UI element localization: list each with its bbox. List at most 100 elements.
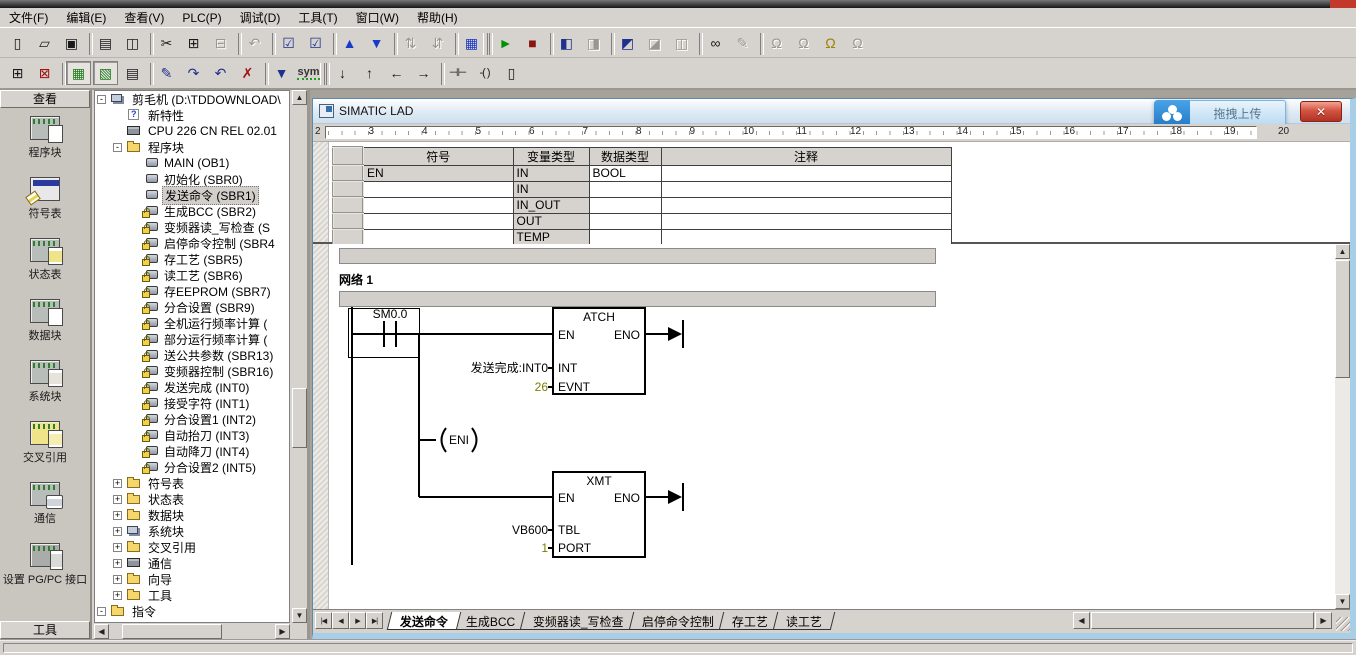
sidebar-item-symbol-table[interactable]: 符号表 [0, 177, 90, 238]
row-header[interactable] [333, 147, 363, 165]
insert-box-button[interactable]: ▯ [499, 61, 524, 85]
row-button[interactable] [333, 197, 363, 213]
cell-symbol[interactable] [363, 197, 513, 213]
tree-expander-icon[interactable] [129, 303, 138, 312]
tree-item[interactable]: - 程序块 [95, 139, 289, 155]
tree-expander-icon[interactable] [129, 351, 138, 360]
insert-network-button[interactable]: ⊞ [5, 61, 30, 85]
row-button[interactable] [333, 165, 363, 181]
pou-tab[interactable]: 读工艺 [773, 612, 836, 630]
tree-item[interactable]: 分合设置 (SBR9) [95, 299, 289, 315]
scrollbar-thumb[interactable] [1091, 612, 1314, 629]
tree-item[interactable]: + 系统块 [95, 523, 289, 539]
tree-item[interactable]: + 符号表 [95, 475, 289, 491]
row-button[interactable] [333, 181, 363, 197]
cell-var-type[interactable]: OUT [513, 213, 589, 229]
sidebar-item-data-block[interactable]: 数据块 [0, 299, 90, 360]
tree-expander-icon[interactable]: + [113, 495, 122, 504]
cell-data-type[interactable] [589, 213, 661, 229]
tree-expander-icon[interactable]: + [113, 575, 122, 584]
tree-expander-icon[interactable] [129, 271, 138, 280]
toggle-symbolic-addressing-button[interactable]: sym [296, 61, 321, 85]
scrollbar-thumb[interactable] [292, 388, 307, 448]
tree-item[interactable]: + 交叉引用 [95, 539, 289, 555]
tree-vertical-scrollbar[interactable]: ▲ ▼ [292, 90, 307, 623]
scrollbar-thumb[interactable] [1335, 260, 1350, 378]
menu-item[interactable]: PLC(P) [173, 9, 230, 27]
print-button[interactable]: ▤ [93, 31, 118, 55]
scroll-left-icon[interactable]: ◀ [94, 624, 109, 639]
sidebar-item-set-pgpc-interface[interactable]: 设置 PG/PC 接口 [0, 543, 90, 604]
cell-var-type[interactable]: IN [513, 165, 589, 181]
chart-status-button[interactable]: ◩ [615, 31, 640, 55]
tree-expander-icon[interactable] [113, 111, 122, 120]
ladder-network-drawing[interactable]: SM0.0 ATCH EN ENO 发送完成:INT0 INT 26 EVN [330, 307, 1300, 565]
tree-item[interactable]: 启停命令控制 (SBR4 [95, 235, 289, 251]
program-status-button[interactable]: ◧ [554, 31, 579, 55]
print-preview-button[interactable]: ◫ [120, 31, 145, 55]
cell-data-type[interactable] [589, 229, 661, 245]
pou-tab[interactable]: 生成BCC [453, 612, 529, 630]
tree-item[interactable]: 变频器读_写检查 (S [95, 219, 289, 235]
run-button[interactable]: ► [493, 31, 518, 55]
tree-expander-icon[interactable] [129, 463, 138, 472]
menu-item[interactable]: 窗口(W) [347, 7, 408, 28]
sidebar-item-status-chart[interactable]: 状态表 [0, 238, 90, 299]
prev-tab-icon[interactable]: ◀ [332, 612, 349, 629]
scroll-up-icon[interactable]: ▲ [1335, 244, 1350, 259]
tree-item[interactable]: 生成BCC (SBR2) [95, 203, 289, 219]
pou-comment-bar[interactable] [339, 248, 936, 264]
tree-item[interactable]: 发送完成 (INT0) [95, 379, 289, 395]
unforce-all-button[interactable]: Ω [845, 31, 870, 55]
tree-item[interactable]: - 指令 [95, 603, 289, 619]
tree-expander-icon[interactable] [129, 447, 138, 456]
tree-item[interactable]: 读工艺 (SBR6) [95, 267, 289, 283]
line-up-button[interactable]: ↑ [357, 61, 382, 85]
resize-grip[interactable] [1336, 617, 1350, 631]
insert-contact-button[interactable]: ⊣⊢ [445, 61, 470, 85]
tools-footer-button[interactable]: 工具 [0, 621, 90, 639]
stop-button[interactable]: ■ [520, 31, 545, 55]
insert-coil-button[interactable]: -( ) [472, 61, 497, 85]
sidebar-item-system-block[interactable]: 系统块 [0, 360, 90, 421]
sort-ascending-button[interactable]: ⇅ [398, 31, 423, 55]
menu-item[interactable]: 编辑(E) [57, 7, 115, 28]
scroll-down-icon[interactable]: ▼ [292, 608, 307, 623]
cell-comment[interactable] [661, 229, 951, 245]
tree-item[interactable]: 送公共参数 (SBR13) [95, 347, 289, 363]
cell-symbol[interactable]: EN [363, 165, 513, 181]
sort-descending-button[interactable]: ⇵ [425, 31, 450, 55]
tree-expander-icon[interactable] [129, 159, 138, 168]
delete-row-button[interactable]: ↶ [208, 61, 233, 85]
pou-tab[interactable]: 发送命令 [387, 612, 462, 630]
tree-item[interactable]: 存工艺 (SBR5) [95, 251, 289, 267]
insert-row-button[interactable]: ✎ [154, 61, 179, 85]
first-tab-icon[interactable]: |◀ [315, 612, 332, 629]
menu-item[interactable]: 文件(F) [0, 7, 57, 28]
tree-expander-icon[interactable] [129, 335, 138, 344]
unlock-button[interactable]: Ω [791, 31, 816, 55]
options-button[interactable]: ▦ [459, 31, 484, 55]
cell-symbol[interactable] [363, 181, 513, 197]
tree-expander-icon[interactable]: + [113, 511, 122, 520]
tree-expander-icon[interactable]: + [113, 543, 122, 552]
tree-expander-icon[interactable] [129, 367, 138, 376]
next-tab-icon[interactable]: ▶ [349, 612, 366, 629]
cell-var-type[interactable]: TEMP [513, 229, 589, 245]
tree-expander-icon[interactable] [129, 223, 138, 232]
row-button[interactable] [333, 229, 363, 245]
tree-item[interactable]: MAIN (OB1) [95, 155, 289, 171]
paste-button[interactable]: ⊟ [208, 31, 233, 55]
open-button[interactable]: ▱ [32, 31, 57, 55]
cell-data-type[interactable] [589, 197, 661, 213]
scroll-left-icon[interactable]: ◀ [1073, 612, 1090, 629]
menu-item[interactable]: 查看(V) [115, 7, 173, 28]
insert-vertical-button[interactable]: ↷ [181, 61, 206, 85]
tree-item[interactable]: 部分运行频率计算 ( [95, 331, 289, 347]
menu-item[interactable]: 调试(D) [231, 7, 290, 28]
tree-expander-icon[interactable]: + [113, 559, 122, 568]
sidebar-item-cross-reference[interactable]: 交叉引用 [0, 421, 90, 482]
tree-item[interactable]: + 向导 [95, 571, 289, 587]
sidebar-item-communications[interactable]: 通信 [0, 482, 90, 543]
tree-item[interactable]: 接受字符 (INT1) [95, 395, 289, 411]
